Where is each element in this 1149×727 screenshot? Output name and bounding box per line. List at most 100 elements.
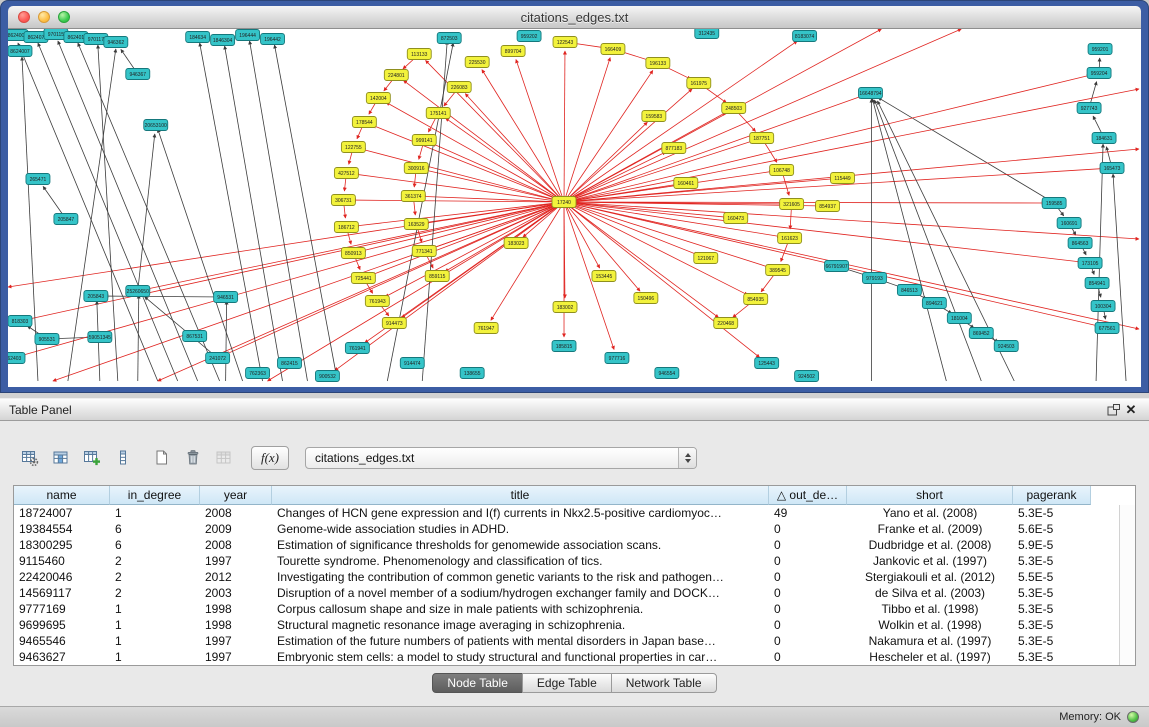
graph-node[interactable]: 1846304 [211, 35, 235, 46]
table-row[interactable]: 946362711997Embryonic stem cells: a mode… [14, 649, 1135, 665]
graph-node[interactable]: 427512 [334, 168, 358, 179]
graph-node[interactable]: 924502 [795, 371, 819, 382]
graph-node[interactable]: 183002 [553, 302, 577, 313]
graph-node[interactable]: 946367 [126, 69, 150, 80]
graph-node[interactable]: 178544 [352, 117, 376, 128]
graph-node[interactable]: 196133 [646, 58, 670, 69]
graph-node[interactable]: 121067 [694, 253, 718, 264]
graph-node[interactable]: 762363 [246, 368, 270, 379]
graph-node[interactable]: 184631 [1092, 133, 1116, 144]
graph-node[interactable]: 894621 [922, 298, 946, 309]
graph-node[interactable]: 187751 [750, 133, 774, 144]
table-row[interactable]: 1456911722003Disruption of a novel membe… [14, 585, 1135, 601]
graph-node[interactable]: 899704 [501, 46, 525, 57]
graph-node[interactable]: 8624007 [8, 46, 32, 57]
graph-node[interactable]: 241072 [206, 353, 230, 364]
graph-node[interactable]: 153445 [592, 271, 616, 282]
graph-node[interactable]: 900532 [315, 371, 339, 382]
graph-node[interactable]: 150496 [634, 293, 658, 304]
graph-node[interactable]: 8183074 [793, 31, 817, 42]
graph-node[interactable]: 300916 [404, 163, 428, 174]
graph-node[interactable]: 946531 [214, 292, 238, 303]
table-row[interactable]: 977716911998Corpus callosum shape and si… [14, 601, 1135, 617]
graph-node[interactable]: 867531 [183, 331, 207, 342]
column-header-title[interactable]: title [272, 486, 769, 505]
graph-node[interactable]: 186712 [334, 222, 358, 233]
graph-node[interactable]: 184634 [186, 32, 210, 43]
minimize-window-button[interactable] [38, 11, 50, 23]
float-panel-icon[interactable] [1104, 402, 1122, 418]
graph-node[interactable]: 846513 [897, 285, 921, 296]
graph-node[interactable]: 122543 [553, 37, 577, 48]
memory-indicator-icon[interactable] [1127, 711, 1139, 723]
graph-node[interactable]: 946554 [655, 368, 679, 379]
table-scrollbar[interactable] [1119, 505, 1135, 665]
graph-node[interactable]: 864563 [1068, 238, 1092, 249]
graph-node[interactable]: 17240 [552, 197, 576, 208]
graph-node[interactable]: 138655 [460, 368, 484, 379]
row-icon[interactable] [109, 446, 137, 470]
graph-node[interactable]: 205843 [84, 291, 108, 302]
graph-node[interactable]: 924503 [994, 341, 1018, 352]
network-canvas[interactable]: 1131332248011420041785441227554275123067… [8, 29, 1141, 387]
graph-node[interactable]: 859115 [425, 271, 449, 282]
create-column-icon[interactable] [78, 446, 106, 470]
graph-node[interactable]: 166409 [601, 44, 625, 55]
tab-node-table[interactable]: Node Table [432, 673, 523, 693]
graph-node[interactable]: 161623 [778, 233, 802, 244]
graph-node[interactable]: 160691 [1057, 218, 1081, 229]
column-header-name[interactable]: name [14, 486, 110, 505]
graph-node[interactable]: 163529 [404, 219, 428, 230]
graph-node[interactable]: 914474 [400, 358, 424, 369]
delete-columns-icon[interactable] [179, 446, 207, 470]
graph-node[interactable]: 927743 [1077, 103, 1101, 114]
graph-node[interactable]: 224801 [384, 70, 408, 81]
table-selector-dropdown[interactable]: citations_edges.txt [305, 447, 697, 469]
graph-node[interactable]: 854935 [744, 294, 768, 305]
graph-node[interactable]: 877183 [662, 143, 686, 154]
graph-node[interactable]: 914473 [382, 318, 406, 329]
graph-node[interactable]: 959202 [517, 31, 541, 42]
graph-node[interactable]: 106748 [770, 165, 794, 176]
graph-node[interactable]: 265471 [26, 174, 50, 185]
column-header-in_degree[interactable]: in_degree [110, 486, 200, 505]
graph-node[interactable]: 677561 [1095, 323, 1119, 334]
graph-node[interactable]: 850913 [341, 248, 365, 259]
graph-node[interactable]: 225530 [465, 57, 489, 68]
table-row[interactable]: 911546021997Tourette syndrome. Phenomeno… [14, 553, 1135, 569]
table-row[interactable]: 2242004622012Investigating the contribut… [14, 569, 1135, 585]
graph-node[interactable]: 979193 [862, 273, 886, 284]
graph-node[interactable]: 113133 [407, 49, 431, 60]
table-row[interactable]: 1938455462009Genome-wide association stu… [14, 521, 1135, 537]
graph-node[interactable]: 115449 [831, 173, 855, 184]
graph-node[interactable]: 142004 [366, 93, 390, 104]
graph-node[interactable]: 160461 [674, 178, 698, 189]
graph-node[interactable]: 854941 [1085, 278, 1109, 289]
graph-node[interactable]: 248503 [722, 103, 746, 114]
graph-node[interactable]: 771341 [412, 246, 436, 257]
graph-node[interactable]: 361374 [401, 191, 425, 202]
graph-node[interactable]: 725441 [351, 273, 375, 284]
graph-node[interactable]: 872503 [437, 33, 461, 44]
column-header-year[interactable]: year [200, 486, 272, 505]
function-builder-button[interactable]: f(x) [251, 446, 289, 470]
tab-network-table[interactable]: Network Table [611, 673, 717, 693]
table-row[interactable]: 946554611997Estimation of the future num… [14, 633, 1135, 649]
graph-node[interactable]: 761941 [345, 343, 369, 354]
graph-node[interactable]: 226083 [447, 82, 471, 93]
close-window-button[interactable] [18, 11, 30, 23]
graph-node[interactable]: 185815 [552, 341, 576, 352]
graph-node[interactable]: 946362 [104, 37, 128, 48]
column-header-short[interactable]: short [847, 486, 1013, 505]
graph-node[interactable]: 959204 [1087, 68, 1111, 79]
graph-node[interactable]: 181004 [947, 313, 971, 324]
graph-node[interactable]: 125443 [755, 358, 779, 369]
graph-node[interactable]: 761943 [365, 296, 389, 307]
graph-node[interactable]: 862415 [278, 358, 302, 369]
graph-node[interactable]: 205847 [54, 214, 78, 225]
column-header-pagerank[interactable]: pagerank [1013, 486, 1091, 505]
graph-node[interactable]: 66791907 [825, 261, 849, 272]
graph-node[interactable]: 122755 [341, 142, 365, 153]
graph-node[interactable]: 854937 [816, 201, 840, 212]
graph-node[interactable]: 905531 [35, 334, 59, 345]
